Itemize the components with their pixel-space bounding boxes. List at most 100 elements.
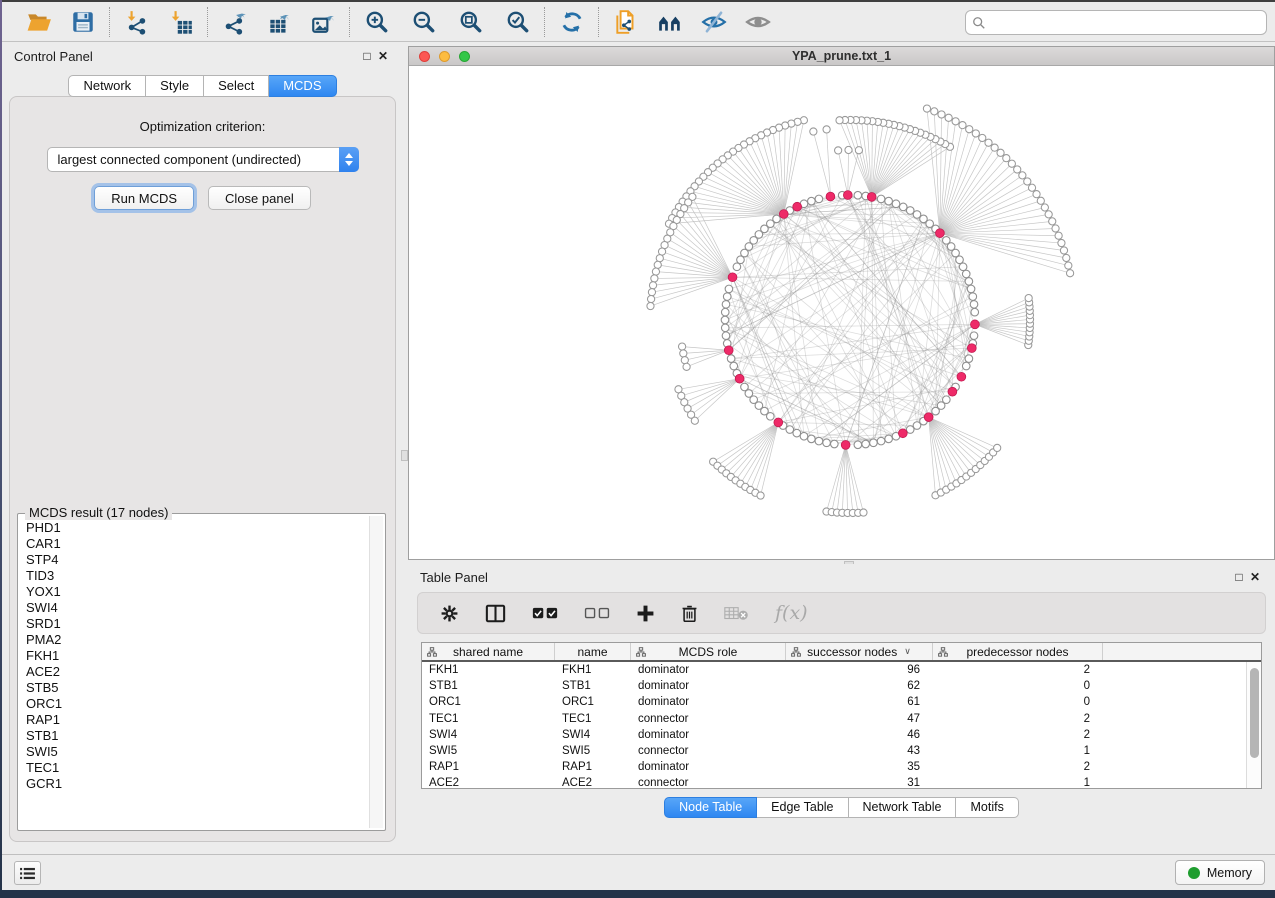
zoom-fit-icon[interactable] [457, 8, 484, 35]
column-header-shared-name[interactable]: shared name [422, 643, 555, 660]
clone-network-icon[interactable] [612, 8, 639, 35]
cell-name: SWI4 [555, 727, 631, 743]
zoom-selected-icon[interactable] [504, 8, 531, 35]
mcds-result-item[interactable]: TEC1 [26, 760, 368, 776]
search-box[interactable] [965, 10, 1267, 35]
close-panel-button[interactable]: Close panel [208, 186, 311, 210]
show-all-icon[interactable] [744, 8, 771, 35]
export-network-icon[interactable] [221, 8, 248, 35]
add-column-icon[interactable] [636, 604, 655, 623]
vertical-splitter-handle[interactable] [401, 450, 408, 461]
tab-edge-table[interactable]: Edge Table [757, 797, 848, 818]
mcds-result-item[interactable]: CAR1 [26, 536, 368, 552]
network-graph [409, 66, 1274, 559]
function-builder-icon[interactable]: f(x) [775, 602, 808, 624]
hide-selected-icon[interactable] [700, 8, 727, 35]
delete-column-icon[interactable] [681, 604, 698, 623]
mcds-result-item[interactable]: YOX1 [26, 584, 368, 600]
mcds-result-item[interactable]: GCR1 [26, 776, 368, 792]
import-network-icon[interactable] [123, 8, 150, 35]
mcds-result-item[interactable]: ACE2 [26, 664, 368, 680]
mcds-result-item[interactable]: STP4 [26, 552, 368, 568]
mcds-result-item[interactable]: RAP1 [26, 712, 368, 728]
window-maximize-icon[interactable] [459, 51, 470, 62]
optimization-label: Optimization criterion: [10, 119, 395, 134]
window-minimize-icon[interactable] [439, 51, 450, 62]
search-icon [972, 16, 986, 30]
table-row-ACE2[interactable]: ACE2ACE2connector311 [422, 775, 1246, 788]
column-header-MCDS-role[interactable]: MCDS role [631, 643, 786, 660]
float-table-panel-icon[interactable]: □ [1231, 570, 1247, 584]
cell-shared_name: TEC1 [422, 711, 555, 727]
table-row-SWI5[interactable]: SWI5SWI5connector431 [422, 743, 1246, 759]
mcds-result-item[interactable]: SWI5 [26, 744, 368, 760]
zoom-out-icon[interactable] [410, 8, 437, 35]
status-bar: Memory [2, 854, 1275, 890]
column-header-name[interactable]: name [555, 643, 631, 660]
tab-motifs[interactable]: Motifs [956, 797, 1018, 818]
tab-mcds[interactable]: MCDS [269, 75, 336, 97]
mcds-result-item[interactable]: ORC1 [26, 696, 368, 712]
refresh-icon[interactable] [558, 8, 585, 35]
optimization-select[interactable]: largest connected component (undirected) [47, 147, 359, 172]
table-scrollbar[interactable] [1246, 662, 1261, 788]
split-view-icon[interactable] [485, 604, 506, 623]
tab-select[interactable]: Select [204, 75, 269, 97]
table-header-row: shared namenameMCDS rolesuccessor nodes∨… [422, 643, 1261, 662]
memory-button[interactable]: Memory [1175, 860, 1265, 885]
memory-status-icon [1188, 867, 1200, 879]
table-row-TEC1[interactable]: TEC1TEC1connector472 [422, 711, 1246, 727]
mcds-result-item[interactable]: STB5 [26, 680, 368, 696]
table-row-RAP1[interactable]: RAP1RAP1dominator352 [422, 759, 1246, 775]
tab-node-table[interactable]: Node Table [664, 797, 757, 818]
cell-successors: 35 [786, 759, 933, 775]
network-window-titlebar[interactable]: YPA_prune.txt_1 [409, 47, 1274, 66]
cell-successors: 46 [786, 727, 933, 743]
import-table-icon[interactable] [167, 8, 194, 35]
export-image-icon[interactable] [309, 8, 336, 35]
cell-role: connector [631, 743, 786, 759]
save-session-icon[interactable] [69, 8, 96, 35]
mcds-result-item[interactable]: FKH1 [26, 648, 368, 664]
table-panel: Table Panel □ ✕ [408, 564, 1275, 854]
delete-table-icon[interactable] [724, 606, 749, 621]
mcds-result-list[interactable]: PHD1CAR1STP4TID3YOX1SWI4SRD1PMA2FKH1ACE2… [20, 516, 368, 828]
select-all-icon[interactable] [532, 607, 558, 620]
search-input[interactable] [986, 13, 1266, 33]
mcds-result-item[interactable]: PMA2 [26, 632, 368, 648]
close-panel-icon[interactable]: ✕ [375, 49, 391, 63]
mcds-result-item[interactable]: STB1 [26, 728, 368, 744]
table-row-ORC1[interactable]: ORC1ORC1dominator610 [422, 694, 1246, 710]
mcds-result-item[interactable]: SRD1 [26, 616, 368, 632]
table-row-STB1[interactable]: STB1STB1dominator620 [422, 678, 1246, 694]
tab-network[interactable]: Network [68, 75, 146, 97]
zoom-in-icon[interactable] [363, 8, 390, 35]
tab-network-table[interactable]: Network Table [849, 797, 957, 818]
close-table-panel-icon[interactable]: ✕ [1247, 570, 1263, 584]
window-close-icon[interactable] [419, 51, 430, 62]
export-table-icon[interactable] [265, 8, 292, 35]
show-hide-details-icon[interactable] [656, 8, 683, 35]
cell-successors: 43 [786, 743, 933, 759]
table-row-SWI4[interactable]: SWI4SWI4dominator462 [422, 727, 1246, 743]
cell-shared_name: STB1 [422, 678, 555, 694]
memory-label: Memory [1207, 866, 1252, 880]
column-header-successor-nodes[interactable]: successor nodes∨ [786, 643, 933, 660]
table-row-FKH1[interactable]: FKH1FKH1dominator962 [422, 662, 1246, 678]
mcds-result-item[interactable]: PHD1 [26, 520, 368, 536]
column-header-predecessor-nodes[interactable]: predecessor nodes [933, 643, 1103, 660]
task-history-button[interactable] [14, 861, 41, 885]
network-canvas[interactable] [409, 66, 1274, 559]
table-settings-icon[interactable] [440, 604, 459, 623]
run-mcds-button[interactable]: Run MCDS [94, 186, 194, 210]
table-scrollbar-thumb[interactable] [1250, 668, 1259, 758]
mcds-result-item[interactable]: TID3 [26, 568, 368, 584]
cell-name: STB1 [555, 678, 631, 694]
cell-role: dominator [631, 759, 786, 775]
tab-style[interactable]: Style [146, 75, 204, 97]
open-file-icon[interactable] [25, 8, 52, 35]
mcds-result-item[interactable]: SWI4 [26, 600, 368, 616]
mcds-list-scrollbar[interactable] [369, 516, 383, 828]
deselect-all-icon[interactable] [584, 607, 610, 620]
float-panel-icon[interactable]: □ [359, 49, 375, 63]
